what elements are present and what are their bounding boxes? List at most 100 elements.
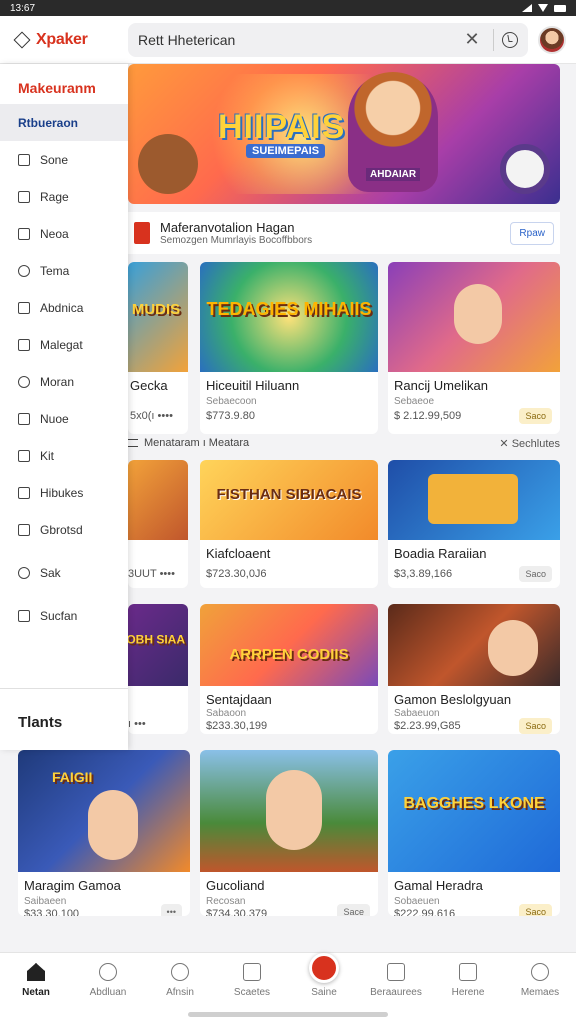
game-card[interactable]: Rancij Umelikan Sebaeoe $ 2.12.99,509 Sa… bbox=[388, 262, 560, 434]
game-subtitle: Sebaecoon bbox=[206, 396, 257, 407]
drawer-item-2[interactable]: Rage bbox=[0, 178, 128, 215]
home-indicator[interactable] bbox=[188, 1012, 388, 1017]
game-name: Gamal Heradra bbox=[394, 878, 483, 893]
game-subtitle: Sebaeoe bbox=[394, 396, 435, 407]
search-bar[interactable]: Rett Hheterican ✕ bbox=[128, 22, 528, 57]
drawer-section-title: Tlants bbox=[18, 714, 63, 731]
save-button[interactable]: Sace bbox=[337, 904, 370, 916]
save-button[interactable]: Saco bbox=[519, 904, 552, 916]
game-thumbnail bbox=[128, 460, 188, 540]
drawer-item-6[interactable]: Malegat bbox=[0, 326, 128, 363]
thumbnail-title: MUDIS bbox=[131, 301, 181, 319]
close-icon[interactable]: ✕ bbox=[459, 29, 485, 50]
promo-row[interactable]: Maferanvotalion Hagan Semozgen Mumrlayis… bbox=[128, 212, 560, 254]
nav-label: Herene bbox=[451, 987, 485, 998]
list-icon bbox=[387, 963, 405, 981]
thumbnail-title: BAGGHES LKONE bbox=[403, 794, 545, 812]
game-price: $3,3.89,166 bbox=[394, 568, 453, 580]
search-input[interactable]: Rett Hheterican bbox=[138, 32, 459, 48]
nav-item-search[interactable]: Afnsin bbox=[144, 961, 216, 998]
drawer-item-label: Rtbueraon bbox=[18, 115, 78, 130]
drawer-item-8[interactable]: Nuoe bbox=[0, 400, 128, 437]
promo-text: Maferanvotalion Hagan Semozgen Mumrlayis… bbox=[160, 220, 510, 246]
drawer-item-3[interactable]: Neoa bbox=[0, 215, 128, 252]
game-thumbnail: TEDAGIES MIHAIIS bbox=[200, 262, 378, 372]
nav-item-1[interactable]: Abdluan bbox=[72, 961, 144, 998]
more-button[interactable]: ••• bbox=[160, 904, 182, 916]
game-card[interactable]: TEDAGIES MIHAIIS Hiceuitil Hiluann Sebae… bbox=[200, 262, 378, 434]
drawer-item-label: Neoa bbox=[40, 226, 69, 241]
calendar-icon bbox=[18, 523, 30, 536]
game-price: $ 2.12.99,509 bbox=[394, 410, 462, 422]
game-thumbnail: FISTHAN SIBIACAIS bbox=[200, 460, 378, 540]
game-thumbnail: MUDIS bbox=[128, 262, 188, 372]
drawer-item-label: Malegat bbox=[40, 337, 83, 352]
promo-button[interactable]: Rpaw bbox=[510, 221, 554, 245]
game-name: Maragim Gamoa bbox=[24, 878, 121, 893]
nav-label: Abdluan bbox=[89, 987, 127, 998]
game-price: $773.9.80 bbox=[206, 410, 255, 422]
game-name: Gecka bbox=[130, 378, 168, 393]
doc-icon bbox=[18, 449, 30, 462]
drawer-item-9[interactable]: Kit bbox=[0, 437, 128, 474]
save-button[interactable]: Saco bbox=[519, 718, 552, 734]
game-name: Sentajdaan bbox=[206, 692, 272, 707]
wifi-icon bbox=[538, 4, 548, 12]
nav-item-6[interactable]: Herene bbox=[432, 961, 504, 998]
save-button[interactable]: Saco bbox=[519, 408, 552, 424]
game-card[interactable]: FISTHAN SIBIACAIS Kiafcloaent $723.30,0J… bbox=[200, 460, 378, 588]
drawer-item-13[interactable]: Sucfan bbox=[0, 597, 128, 634]
nav-item-home[interactable]: Netan bbox=[0, 961, 72, 998]
row-label-left: Menataram ı Meatara bbox=[128, 437, 499, 449]
nav-item-5[interactable]: Beraaurees bbox=[360, 961, 432, 998]
status-bar: 13:67 bbox=[0, 0, 576, 16]
nav-label: Scaetes bbox=[233, 987, 271, 998]
game-card[interactable]: 3UUT •••• bbox=[128, 460, 188, 588]
drawer-item-11[interactable]: Gbrotsd bbox=[0, 511, 128, 548]
drawer-item-10[interactable]: Hibukes bbox=[0, 474, 128, 511]
drawer-item-1[interactable]: Sone bbox=[0, 141, 128, 178]
row-label-right-text: Sechlutes bbox=[511, 437, 560, 450]
history-icon[interactable] bbox=[502, 31, 518, 48]
drawer-item-5[interactable]: Abdnica bbox=[0, 289, 128, 326]
row-label-right[interactable]: ✕ Sechlutes bbox=[499, 437, 560, 450]
game-card[interactable]: Gucoliand Recosan $734.30,379 Sace bbox=[200, 750, 378, 916]
game-name: Hiceuitil Hiluann bbox=[206, 378, 300, 393]
app-logo[interactable]: Xpaker bbox=[10, 31, 128, 49]
game-card[interactable]: FAIGII Maragim Gamoa Saibaeen $33.30,100… bbox=[18, 750, 190, 916]
drawer-item-4[interactable]: Tema bbox=[0, 252, 128, 289]
hero-banner[interactable]: HIIPAIS SUEIMEPAIS AHDAIAR bbox=[128, 64, 560, 204]
clock-icon bbox=[18, 264, 30, 277]
thumbnail-title: ARRPEN CODIIS bbox=[229, 645, 349, 663]
hero-badge: AHDAIAR bbox=[366, 168, 421, 181]
game-price: $33.30,100 bbox=[24, 908, 80, 916]
nav-item-profile[interactable]: Memaes bbox=[504, 961, 576, 998]
game-card[interactable]: MUDIS Gecka 5x0(ı •••• bbox=[128, 262, 188, 434]
thumbnail-title: FOBH SIAA bbox=[128, 632, 185, 647]
nav-item-3[interactable]: Scaetes bbox=[216, 961, 288, 998]
character-art bbox=[454, 284, 502, 344]
save-button[interactable]: Saco bbox=[519, 566, 552, 582]
drawer-item-7[interactable]: Moran bbox=[0, 363, 128, 400]
game-card[interactable]: Gamon Beslolgyuan Sabaeuon $2.23.99,G85 … bbox=[388, 604, 560, 734]
game-name: Gamon Beslolgyuan bbox=[394, 692, 512, 707]
drawer-item-12[interactable]: Sak bbox=[0, 554, 128, 591]
game-card[interactable]: ARRPEN CODIIS Sentajdaan Sabaoon $233.30… bbox=[200, 604, 378, 734]
app-name: Xpaker bbox=[36, 30, 88, 48]
avatar[interactable] bbox=[538, 25, 566, 54]
thumbnail-title: TEDAGIES MIHAIIS bbox=[206, 299, 372, 320]
diamond-icon bbox=[13, 31, 31, 48]
drawer-title: Makeuranm bbox=[18, 80, 96, 96]
menu-icon[interactable] bbox=[128, 439, 138, 447]
game-name: Boadia Raraiian bbox=[394, 546, 487, 561]
drawer-item-label: Nuoe bbox=[40, 411, 69, 426]
hero-title: HIIPAIS bbox=[218, 108, 346, 146]
drawer-item-label: Sucfan bbox=[40, 608, 78, 623]
nav-label: Saine bbox=[311, 987, 337, 998]
game-card[interactable]: Boadia Raraiian $3,3.89,166 Saco bbox=[388, 460, 560, 588]
game-card[interactable]: FOBH SIAA ı ••• bbox=[128, 604, 188, 734]
drawer-item-0[interactable]: Rtbueraon bbox=[0, 104, 128, 141]
game-price: 5x0(ı •••• bbox=[130, 410, 173, 422]
game-card[interactable]: BAGGHES LKONE Gamal Heradra Sobaeuen $22… bbox=[388, 750, 560, 916]
nav-item-center[interactable]: Saine bbox=[288, 953, 360, 998]
